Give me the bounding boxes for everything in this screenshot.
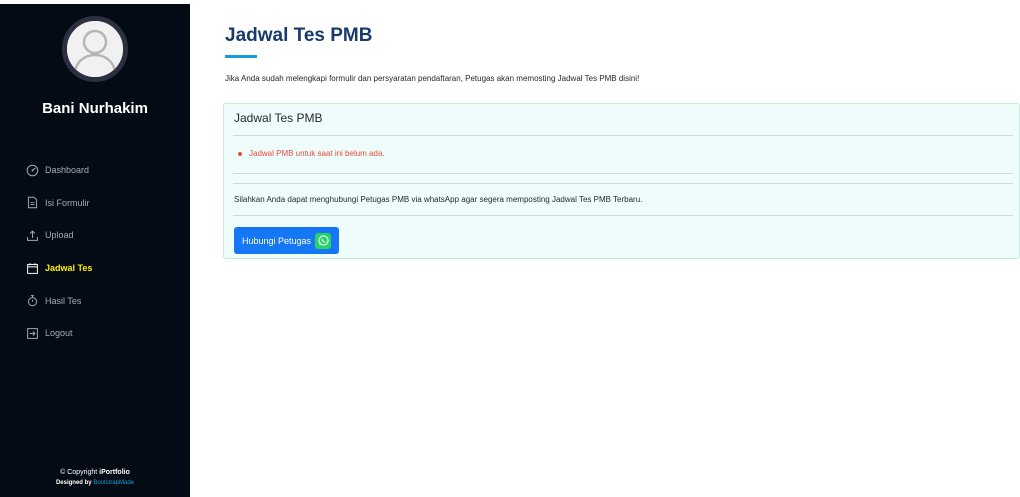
sidebar-item-isi-formulir[interactable]: Isi Formulir	[0, 187, 190, 220]
upload-icon	[26, 229, 39, 242]
sidebar-item-label: Hasil Tes	[45, 295, 82, 306]
divider	[233, 215, 1013, 216]
sidebar-item-label: Dashboard	[45, 165, 90, 176]
logout-icon	[26, 327, 39, 340]
panel-title: Jadwal Tes PMB	[234, 111, 323, 125]
copyright-prefix: © Copyright	[60, 469, 100, 476]
sidebar-nav: Dashboard Isi Formulir Upload Jadwal Tes…	[0, 154, 190, 350]
sidebar-item-label: Jadwal Tes	[45, 263, 93, 274]
sidebar-item-hasil-tes[interactable]: Hasil Tes	[0, 284, 190, 317]
contact-officer-button[interactable]: Hubungi Petugas	[234, 227, 340, 254]
dashboard-icon	[26, 164, 39, 177]
sidebar-footer: © Copyright iPortfolio Designed by Boots…	[0, 467, 190, 489]
divider	[233, 135, 1013, 136]
avatar	[62, 16, 128, 82]
sidebar: Bani Nurhakim Dashboard Isi Formulir Upl…	[0, 4, 190, 497]
contact-hint-text: Silahkan Anda dapat menghubungi Petugas …	[234, 195, 643, 204]
copyright-brand: iPortfolio	[99, 469, 130, 476]
stopwatch-icon	[26, 294, 39, 307]
sidebar-item-dashboard[interactable]: Dashboard	[0, 154, 190, 187]
copyright-text: © Copyright iPortfolio	[0, 467, 190, 478]
divider	[233, 173, 1013, 174]
divider	[233, 183, 1013, 184]
sidebar-item-label: Upload	[45, 230, 74, 241]
file-icon	[26, 196, 39, 209]
credits-prefix: Designed by	[55, 480, 94, 486]
calendar-icon	[26, 262, 39, 275]
sidebar-item-label: Logout	[45, 328, 73, 339]
whatsapp-icon	[315, 232, 332, 249]
page-title: Jadwal Tes PMB	[225, 25, 373, 46]
title-underline	[225, 55, 257, 58]
sidebar-item-logout[interactable]: Logout	[0, 317, 190, 350]
bullet-icon	[238, 151, 242, 156]
user-avatar-icon	[67, 21, 123, 77]
intro-text: Jika Anda sudah melengkapi formulir dan …	[225, 74, 640, 83]
credits-text: Designed by BootstrapMade	[0, 478, 190, 489]
sidebar-item-label: Isi Formulir	[45, 197, 90, 208]
no-schedule-notice: Jadwal PMB untuk saat ini belum ada.	[238, 149, 385, 158]
credits-link[interactable]: BootstrapMade	[93, 480, 134, 486]
sidebar-item-upload[interactable]: Upload	[0, 219, 190, 252]
schedule-panel: Jadwal Tes PMB Jadwal PMB untuk saat ini…	[223, 103, 1020, 259]
sidebar-item-jadwal-tes[interactable]: Jadwal Tes	[0, 252, 190, 285]
contact-officer-label: Hubungi Petugas	[242, 235, 312, 246]
notice-text: Jadwal PMB untuk saat ini belum ada.	[249, 149, 385, 158]
user-name: Bani Nurhakim	[42, 100, 148, 117]
main-content: Jadwal Tes PMB Jika Anda sudah melengkap…	[190, 0, 1020, 497]
